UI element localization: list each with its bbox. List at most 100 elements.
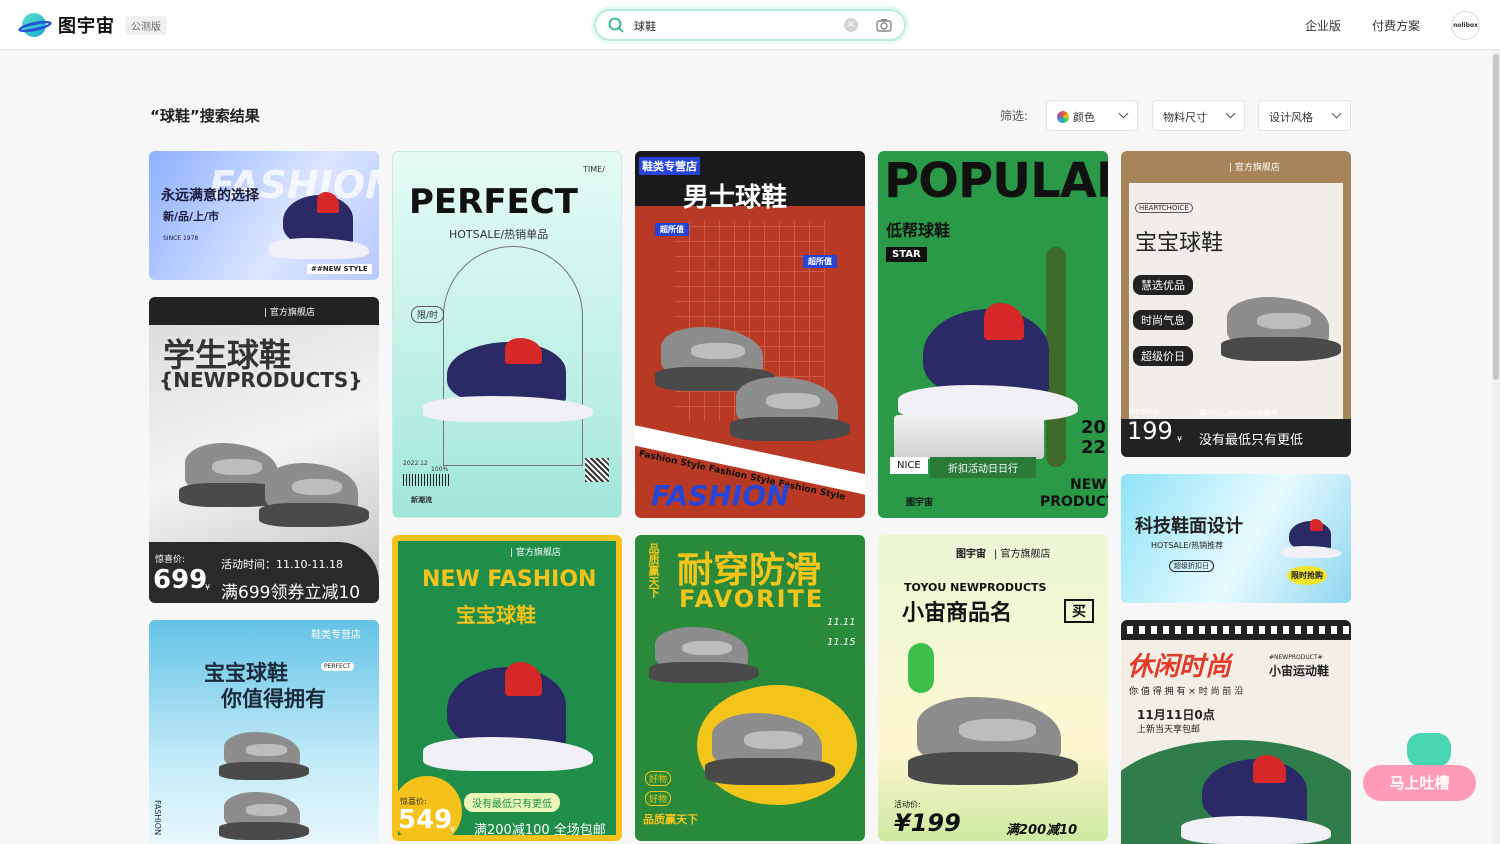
scrollbar-thumb[interactable] <box>1493 54 1499 380</box>
card-promo: 折扣活动日日行 <box>930 457 1036 478</box>
sneaker-image <box>730 361 850 441</box>
card-sub: {NEWPRODUCTS} <box>159 368 363 392</box>
barcode-icon <box>403 474 451 486</box>
card-unit: ¥ <box>1177 435 1183 444</box>
search-box[interactable]: 球鞋 × <box>594 9 906 41</box>
card-unit: ¥ <box>450 825 456 834</box>
card-deco-text: PRODUCT <box>1040 494 1108 510</box>
card-brand: 图宇宙 <box>956 549 986 560</box>
template-card[interactable]: TIME/ PERFECT HOTSALE/热销单品 限/时 2022.12 1… <box>392 151 622 518</box>
template-card[interactable]: 鞋类专营店 宝宝球鞋 你值得拥有 PERFECT FASHION <box>149 620 379 844</box>
template-card[interactable]: | 官方旗舰店 HEARTCHOICE 宝宝球鞋 慧选优品 时尚气息 超级价日 … <box>1121 151 1351 457</box>
sneaker-image <box>1221 281 1341 361</box>
avatar[interactable]: nolibox <box>1451 11 1480 40</box>
card-store: | 官方旗舰店 <box>510 548 561 558</box>
search-input[interactable]: 球鞋 <box>634 18 656 34</box>
template-card[interactable]: 科技鞋面设计 HOTSALE/热销推荐 超级折扣日 限时抢购 <box>1121 474 1351 603</box>
chevron-down-icon <box>1225 108 1236 119</box>
template-card[interactable]: POPULAR 低帮球鞋 STAR NICE 折扣活动日日行 20 22 NEW… <box>878 151 1108 518</box>
size-filter-dropdown[interactable]: 物料尺寸 <box>1152 100 1245 131</box>
card-year: 22 <box>1081 437 1107 458</box>
card-sub: HOTSALE/热销单品 <box>449 228 549 241</box>
template-card[interactable]: 品质赢天下 耐穿防滑 FAVORITE 11.11 11.15 好物 好物 品质… <box>635 535 865 841</box>
card-tag: 限/时 <box>411 306 445 323</box>
sneaker-image <box>1281 512 1341 558</box>
card-small-text: 你 值 得 拥 有 × 时 尚 前 沿 <box>1129 687 1244 697</box>
scrollbar[interactable] <box>1492 50 1500 844</box>
card-sub: 新/品/上/市 <box>163 210 220 223</box>
card-price: ¥199 <box>894 809 961 837</box>
template-card[interactable]: FASHION 永远满意的选择 新/品/上/市 SINCE 1978 ##NEW… <box>149 151 379 280</box>
card-sub: 低帮球鞋 <box>886 221 951 240</box>
card-small-text: TIME/ <box>583 165 605 174</box>
beta-badge: 公测版 <box>125 15 167 35</box>
card-tag: 超所值 <box>655 223 689 236</box>
card-date: 11月11日0点 <box>1137 708 1215 722</box>
sneaker-image <box>908 675 1078 785</box>
results-title: “球鞋”搜索结果 <box>150 107 260 125</box>
card-tag: ##NEW STYLE <box>307 264 372 274</box>
template-card[interactable]: | 官方旗舰店 学生球鞋 {NEWPRODUCTS} 惊喜价: 活动时间：11.… <box>149 297 379 603</box>
card-tag: 超所值 <box>803 255 837 268</box>
card-side-text: 品质赢天下 <box>647 543 660 598</box>
sneaker-image <box>219 780 309 840</box>
card-brand: 图宇宙 <box>906 498 934 508</box>
card-headline: NEW FASHION <box>422 567 597 592</box>
card-buy-icon: 买 <box>1064 599 1094 623</box>
card-price: 699 <box>153 565 208 595</box>
card-headline: 小宙商品名 <box>902 601 1013 626</box>
card-offer: 满200减10 <box>1006 823 1078 838</box>
template-card[interactable]: 鞋类专营店 男士球鞋 超所值 超所值 Fashion Style Fashion… <box>635 151 865 518</box>
card-tag: 好物 <box>645 771 672 786</box>
chevron-down-icon <box>1331 108 1342 119</box>
template-card[interactable]: | 官方旗舰店 NEW FASHION 宝宝球鞋 惊喜价: 549 ¥ 没有最低… <box>392 535 622 841</box>
color-filter-dropdown[interactable]: 颜色 <box>1046 100 1138 131</box>
enterprise-link[interactable]: 企业版 <box>1305 17 1341 34</box>
card-sub: 小宙运动鞋 <box>1269 664 1330 678</box>
filter-color-label: 颜色 <box>1073 111 1095 124</box>
color-wheel-icon <box>1057 111 1069 123</box>
card-offer: 满200减100 全场包邮 <box>474 823 606 838</box>
card-tag: 慧选优品 <box>1133 275 1193 295</box>
feedback-button[interactable]: 马上吐槽 <box>1363 733 1476 801</box>
card-store: | 官方旗舰店 <box>264 308 315 318</box>
card-tag: 鞋类专营店 <box>639 157 700 175</box>
card-price-label: 惊喜价: <box>155 555 186 565</box>
logo-text: 图宇宙 <box>58 16 115 37</box>
card-slogan: 没有最低只有更低 <box>1199 433 1304 448</box>
sneaker-image <box>269 179 369 259</box>
feedback-label: 马上吐槽 <box>1363 765 1476 801</box>
card-offer: 满699领券立减10 <box>221 583 361 603</box>
template-card[interactable]: 休闲时尚 #NEWPRODUCT# 小宙运动鞋 你 值 得 拥 有 × 时 尚 … <box>1121 620 1351 844</box>
sneaker-image <box>259 447 369 527</box>
card-headline: POPULAR <box>884 153 1108 209</box>
card-year: 20 <box>1081 417 1107 438</box>
card-deco-text: FASHION <box>651 479 790 512</box>
card-store: | 官方旗舰店 <box>994 549 1051 560</box>
search-icon <box>608 17 624 33</box>
card-price: 549 <box>398 805 453 835</box>
card-tag: HEARTCHOICE <box>1135 203 1193 213</box>
style-filter-dropdown[interactable]: 设计风格 <box>1258 100 1351 131</box>
sneaker-image <box>423 322 593 422</box>
card-time: 活动时间：11.10-11.18 <box>221 558 343 571</box>
card-small-text: SINCE 1978 <box>163 235 199 242</box>
clear-icon[interactable]: × <box>844 18 858 32</box>
card-deco-text: NEW <box>1070 477 1107 493</box>
card-small-text: 预估到手价 <box>1129 409 1160 416</box>
card-headline: 科技鞋面设计 <box>1135 516 1243 537</box>
card-small-text: 新潮流 <box>411 496 432 504</box>
card-sub: FAVORITE <box>679 585 825 613</box>
card-small-text: 2022.12 <box>403 460 428 467</box>
pricing-link[interactable]: 付费方案 <box>1372 17 1420 34</box>
template-card[interactable]: 图宇宙 | 官方旗舰店 TOYOU NEWPRODUCTS 小宙商品名 买 活动… <box>878 535 1108 841</box>
logo[interactable]: 图宇宙 公测版 <box>17 12 167 38</box>
card-badge: 限时抢购 <box>1287 566 1327 585</box>
card-small-text: 上新当天享包邮 <box>1137 725 1201 735</box>
card-tag: PERFECT <box>321 662 354 671</box>
chevron-down-icon <box>1118 108 1129 119</box>
card-headline: 永远满意的选择 <box>161 188 259 204</box>
card-sub: 宝宝球鞋 <box>456 603 536 627</box>
card-tag: NICE <box>890 457 928 474</box>
camera-icon[interactable] <box>876 17 892 33</box>
